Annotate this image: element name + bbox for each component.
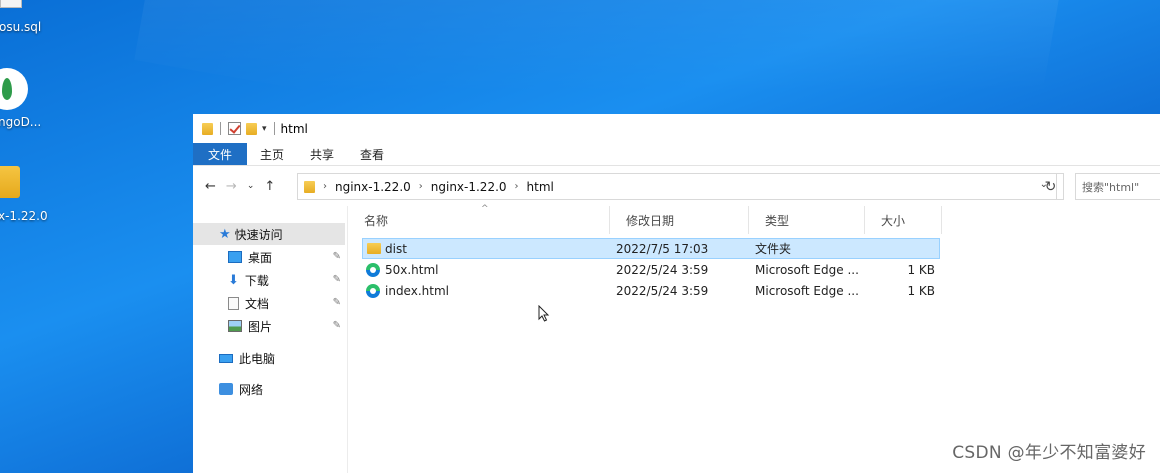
file-name: index.html [385, 283, 449, 298]
computer-icon [219, 353, 233, 363]
column-header-name[interactable]: 名称 [348, 206, 610, 234]
mouse-cursor-icon [538, 305, 550, 322]
desktop-icon-label: x-1.22.0 [0, 209, 48, 223]
nav-item-this-pc[interactable]: 此电脑 [193, 347, 345, 369]
nav-item-label: 下载 [244, 273, 269, 288]
breadcrumb-nginx-outer[interactable]: nginx-1.22.0 [335, 180, 411, 194]
folder-icon [202, 122, 213, 135]
column-header-date-modified[interactable]: 修改日期 [610, 206, 749, 234]
quick-access-toolbar: ▾ [202, 122, 277, 135]
nav-item-pictures[interactable]: 图片 ✎ [193, 315, 345, 337]
chevron-right-icon[interactable]: › [515, 181, 519, 192]
window-title: html [280, 121, 308, 136]
edge-html-icon [366, 283, 380, 298]
address-bar[interactable]: › nginx-1.22.0 › nginx-1.22.0 › html ⌄ [297, 173, 1057, 200]
file-row-index-html[interactable]: index.html 2022/5/24 3:59 Microsoft Edge… [362, 280, 940, 301]
column-headers: ^ 名称 修改日期 类型 大小 [348, 204, 1148, 234]
nav-item-label: 此电脑 [239, 351, 276, 366]
file-date: 2022/7/5 17:03 [616, 241, 709, 256]
picture-icon [228, 320, 242, 332]
refresh-button[interactable]: ↻ [1038, 173, 1064, 200]
file-date: 2022/5/24 3:59 [616, 283, 709, 298]
properties-icon[interactable] [228, 122, 241, 135]
title-bar: ▾ html [193, 114, 1160, 143]
chevron-right-icon[interactable]: › [419, 181, 423, 192]
document-icon [228, 296, 239, 310]
nav-item-documents[interactable]: 文档 ✎ [193, 292, 345, 314]
file-name: 50x.html [385, 262, 439, 277]
back-arrow-icon[interactable]: ← [205, 179, 216, 194]
tab-share[interactable]: 共享 [297, 143, 347, 165]
file-list: ^ 名称 修改日期 类型 大小 dist 2022/7/5 17:03 文件夹 … [348, 204, 1160, 473]
network-icon [219, 383, 233, 395]
nav-item-quick-access[interactable]: ★ 快速访问 [193, 223, 345, 245]
tab-view[interactable]: 查看 [347, 143, 397, 165]
divider [273, 122, 275, 135]
download-icon: ⬇ [228, 272, 239, 288]
folder-icon [0, 166, 20, 198]
ribbon-tabs: 文件 主页 共享 查看 [193, 143, 1160, 166]
nav-item-downloads[interactable]: ⬇ 下载 ✎ [193, 269, 345, 291]
file-size: 1 KB [907, 262, 935, 277]
desktop-icon-nginx-folder[interactable]: x-1.22.0 [0, 166, 70, 226]
breadcrumb-nginx-inner[interactable]: nginx-1.22.0 [431, 180, 507, 194]
refresh-icon: ↻ [1044, 178, 1057, 195]
column-header-type[interactable]: 类型 [749, 206, 865, 234]
watermark: CSDN @年少不知富婆好 [952, 443, 1146, 463]
forward-arrow-icon[interactable]: → [226, 179, 237, 194]
customize-toolbar-dropdown[interactable]: ▾ [262, 124, 267, 134]
tab-home[interactable]: 主页 [247, 143, 297, 165]
folder-icon [367, 243, 381, 254]
navigation-bar: ← → ⌄ ↑ › nginx-1.22.0 › nginx-1.22.0 › … [193, 166, 1160, 206]
nav-item-network[interactable]: 网络 [193, 378, 345, 400]
desktop-icon-mongodb[interactable]: ngoD... [0, 68, 70, 132]
navigation-pane: ★ 快速访问 桌面 ✎ ⬇ 下载 ✎ 文档 ✎ 图片 ✎ 此电脑 网络 [193, 206, 347, 473]
desktop-icon [228, 251, 242, 263]
file-size: 1 KB [907, 283, 935, 298]
file-type: Microsoft Edge ... [755, 283, 859, 298]
file-date: 2022/5/24 3:59 [616, 262, 709, 277]
desktop-icon-label: ngoD... [0, 115, 42, 129]
nav-item-label: 文档 [245, 296, 270, 311]
pin-icon[interactable]: ✎ [333, 251, 341, 262]
pin-icon[interactable]: ✎ [333, 274, 341, 285]
tab-file[interactable]: 文件 [193, 143, 248, 165]
file-type: 文件夹 [755, 242, 792, 256]
search-input[interactable]: 搜索"html" [1075, 173, 1160, 200]
file-name: dist [385, 241, 407, 256]
nav-item-label: 图片 [248, 319, 273, 334]
pin-icon[interactable]: ✎ [333, 297, 341, 308]
edge-html-icon [366, 262, 380, 277]
nav-item-desktop[interactable]: 桌面 ✎ [193, 246, 345, 268]
up-arrow-icon[interactable]: ↑ [264, 179, 275, 194]
divider [220, 122, 221, 135]
nav-item-label: 桌面 [248, 250, 273, 265]
nav-item-label: 网络 [239, 382, 264, 397]
star-icon: ★ [219, 226, 231, 242]
column-header-size[interactable]: 大小 [865, 206, 942, 234]
folder-icon [304, 180, 315, 193]
desktop-icon-sql-file[interactable]: osu.sql [0, 0, 70, 40]
desktop-icon-label: osu.sql [0, 20, 42, 34]
pin-icon[interactable]: ✎ [333, 320, 341, 331]
file-explorer-window: ▾ html 文件 主页 共享 查看 ← → ⌄ ↑ › nginx-1.22.… [193, 114, 1160, 473]
recent-locations-chevron-icon[interactable]: ⌄ [247, 181, 255, 191]
file-type: Microsoft Edge ... [755, 262, 859, 277]
chevron-right-icon[interactable]: › [323, 181, 327, 192]
mongodb-icon [0, 68, 28, 110]
file-row-dist[interactable]: dist 2022/7/5 17:03 文件夹 [362, 238, 940, 259]
file-row-50x-html[interactable]: 50x.html 2022/5/24 3:59 Microsoft Edge .… [362, 259, 940, 280]
breadcrumb-html[interactable]: html [527, 180, 554, 194]
nav-item-label: 快速访问 [234, 227, 283, 242]
sql-file-icon [0, 0, 22, 8]
new-folder-icon[interactable] [246, 122, 257, 135]
